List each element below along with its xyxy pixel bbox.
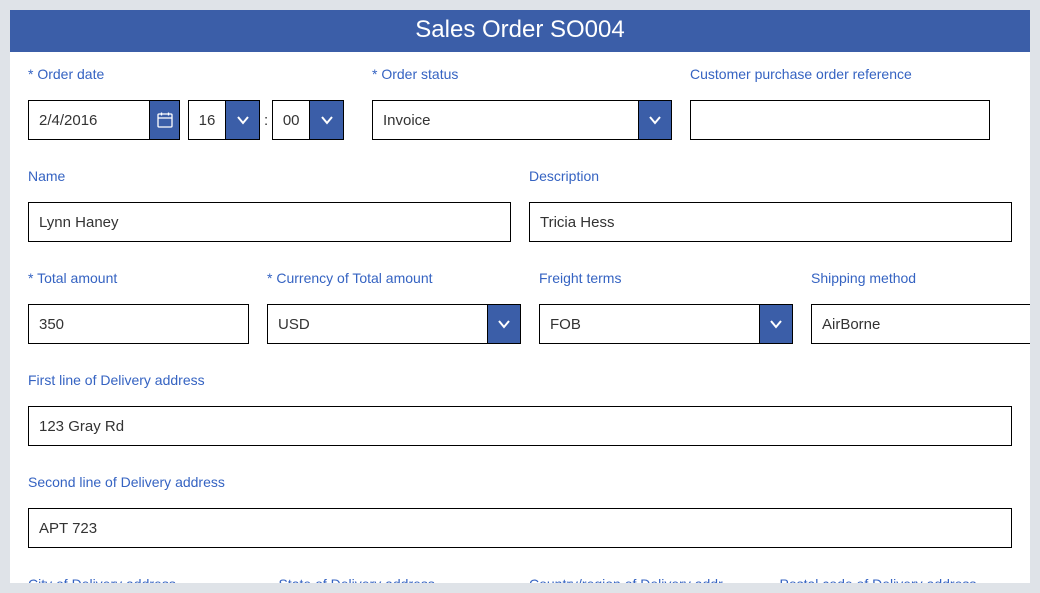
- total-amount-input[interactable]: [28, 304, 249, 344]
- label-addr1: First line of Delivery address: [28, 372, 1012, 388]
- cust-po-ref-input[interactable]: [690, 100, 990, 140]
- shipping-method-value[interactable]: [811, 304, 1030, 344]
- sales-order-window: Sales Order SO004 Order date: [10, 10, 1030, 583]
- label-country: Country/region of Delivery addr...: [529, 576, 762, 583]
- chevron-down-icon: [319, 112, 335, 128]
- window-title: Sales Order SO004: [10, 10, 1030, 52]
- label-order-date: Order date: [28, 66, 354, 82]
- label-addr2: Second line of Delivery address: [28, 474, 1012, 490]
- freight-terms-select[interactable]: [539, 304, 793, 344]
- form-scroll-area[interactable]: Order date :: [10, 52, 1030, 583]
- label-description: Description: [529, 168, 1012, 184]
- calendar-button[interactable]: [150, 100, 180, 140]
- description-input[interactable]: [529, 202, 1012, 242]
- label-postal: Postal code of Delivery address: [780, 576, 1013, 583]
- order-status-dropdown-button[interactable]: [638, 100, 672, 140]
- order-status-value[interactable]: [372, 100, 638, 140]
- currency-value[interactable]: [267, 304, 487, 344]
- currency-dropdown-button[interactable]: [487, 304, 521, 344]
- time-separator: :: [264, 112, 268, 129]
- label-city: City of Delivery address: [28, 576, 261, 583]
- shipping-method-select[interactable]: [811, 304, 1030, 344]
- chevron-down-icon: [647, 112, 663, 128]
- freight-terms-value[interactable]: [539, 304, 759, 344]
- label-order-status: Order status: [372, 66, 672, 82]
- addr1-input[interactable]: [28, 406, 1012, 446]
- calendar-icon: [157, 112, 173, 128]
- label-shipping-method: Shipping method: [811, 270, 1030, 286]
- chevron-down-icon: [496, 316, 512, 332]
- label-currency: Currency of Total amount: [267, 270, 521, 286]
- chevron-down-icon: [235, 112, 251, 128]
- label-name: Name: [28, 168, 511, 184]
- order-hour-input[interactable]: [188, 100, 226, 140]
- label-cust-po-ref: Customer purchase order reference: [690, 66, 990, 82]
- label-state: State of Delivery address: [279, 576, 512, 583]
- currency-select[interactable]: [267, 304, 521, 344]
- order-date-group: :: [28, 100, 354, 140]
- order-date-input[interactable]: [28, 100, 150, 140]
- order-minute-input[interactable]: [272, 100, 310, 140]
- freight-dropdown-button[interactable]: [759, 304, 793, 344]
- label-total-amount: Total amount: [28, 270, 249, 286]
- addr2-input[interactable]: [28, 508, 1012, 548]
- minute-dropdown-button[interactable]: [310, 100, 344, 140]
- hour-dropdown-button[interactable]: [226, 100, 260, 140]
- name-input[interactable]: [28, 202, 511, 242]
- chevron-down-icon: [768, 316, 784, 332]
- label-freight-terms: Freight terms: [539, 270, 793, 286]
- order-status-select[interactable]: [372, 100, 672, 140]
